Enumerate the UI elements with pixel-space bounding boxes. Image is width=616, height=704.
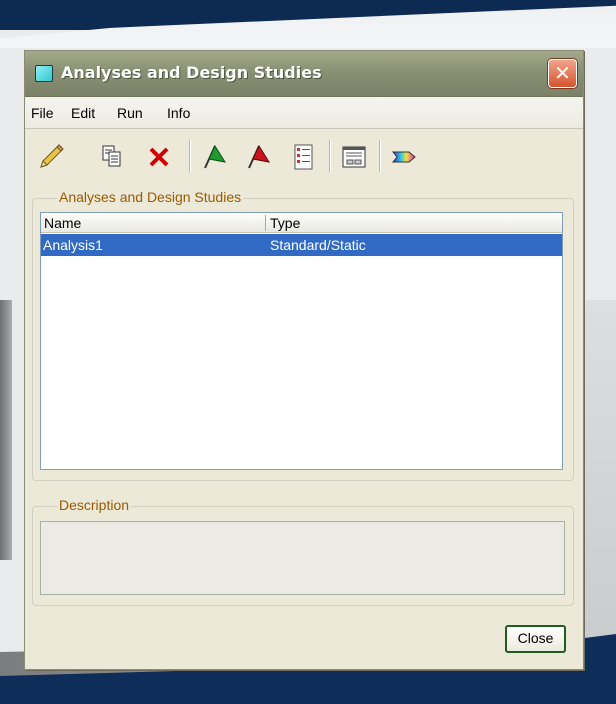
close-x-icon[interactable]: ✕ bbox=[548, 59, 577, 88]
menu-bar: File Edit Run Info bbox=[25, 97, 583, 129]
background-shape-left bbox=[0, 300, 12, 560]
results-icon[interactable] bbox=[385, 140, 419, 174]
table-row[interactable]: Analysis1 Standard/Static bbox=[41, 234, 562, 256]
close-button[interactable]: Close bbox=[505, 625, 566, 653]
column-header-name[interactable]: Name bbox=[41, 213, 264, 233]
column-header-type[interactable]: Type bbox=[267, 213, 300, 233]
window-title: Analyses and Design Studies bbox=[61, 63, 322, 82]
toolbar-separator bbox=[329, 140, 331, 172]
start-flag-icon[interactable] bbox=[197, 140, 231, 174]
window-icon bbox=[35, 65, 53, 82]
toolbar bbox=[25, 130, 583, 180]
stop-flag-icon[interactable] bbox=[241, 140, 275, 174]
toolbar-separator bbox=[379, 140, 381, 172]
description-group-legend: Description bbox=[57, 497, 132, 513]
display-icon[interactable] bbox=[337, 140, 371, 174]
menu-file[interactable]: File bbox=[31, 105, 54, 121]
row-name: Analysis1 bbox=[43, 237, 103, 253]
analyses-group-legend: Analyses and Design Studies bbox=[57, 189, 244, 205]
delete-icon[interactable] bbox=[143, 140, 177, 174]
row-type: Standard/Static bbox=[270, 237, 366, 253]
pencil-icon[interactable] bbox=[35, 140, 69, 174]
list-icon[interactable] bbox=[287, 140, 321, 174]
copy-icon[interactable] bbox=[95, 140, 129, 174]
column-divider[interactable] bbox=[265, 215, 266, 231]
analyses-list[interactable]: Name Type Analysis1 Standard/Static bbox=[40, 212, 563, 470]
menu-run[interactable]: Run bbox=[117, 105, 143, 121]
toolbar-separator bbox=[189, 140, 191, 172]
menu-info[interactable]: Info bbox=[167, 105, 190, 121]
description-field[interactable] bbox=[40, 521, 565, 595]
analyses-dialog: Analyses and Design Studies ✕ File Edit … bbox=[24, 50, 584, 670]
list-header: Name Type bbox=[41, 213, 562, 233]
title-bar[interactable]: Analyses and Design Studies ✕ bbox=[25, 51, 583, 97]
menu-edit[interactable]: Edit bbox=[71, 105, 95, 121]
